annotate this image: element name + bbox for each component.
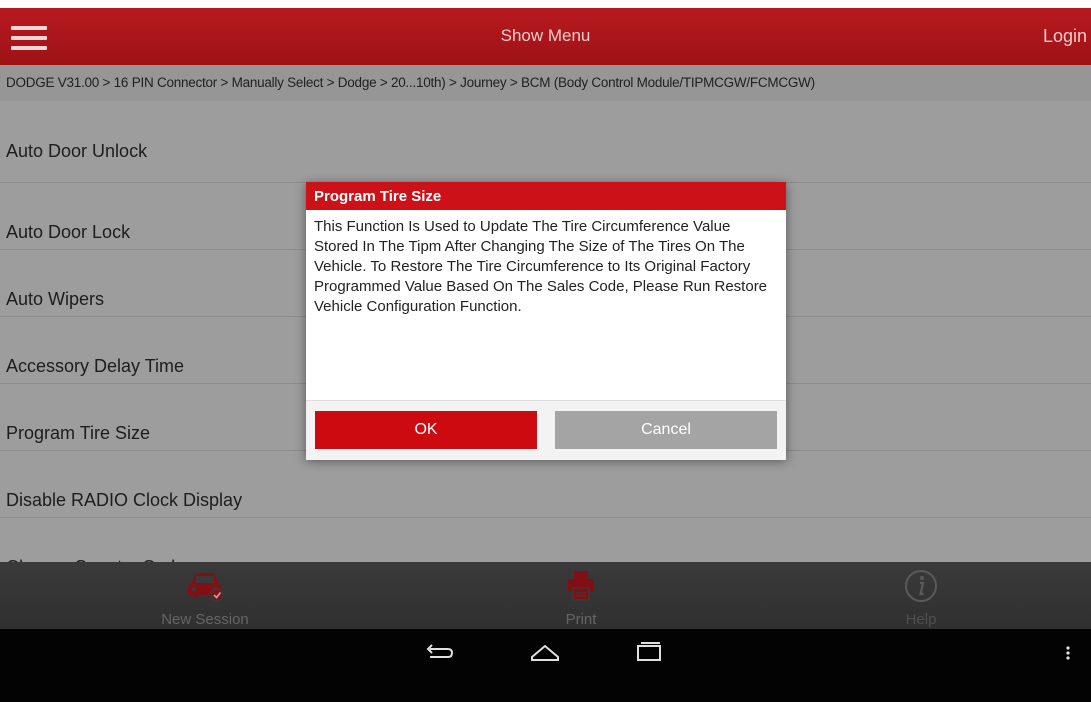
cancel-button[interactable]: Cancel [555, 411, 777, 449]
ok-button[interactable]: OK [315, 411, 537, 449]
login-button[interactable]: Login [1043, 26, 1087, 47]
back-icon[interactable] [422, 639, 456, 667]
top-bar: Show Menu Login [0, 8, 1091, 65]
program-tire-size-dialog: Program Tire Size This Function Is Used … [306, 182, 786, 460]
home-icon[interactable] [528, 639, 562, 667]
android-nav-bar [0, 629, 1091, 702]
top-strip [0, 0, 1091, 8]
overflow-menu-icon[interactable] [1063, 639, 1073, 667]
show-menu-title[interactable]: Show Menu [0, 26, 1091, 46]
recent-apps-icon[interactable] [632, 639, 666, 667]
dialog-title: Program Tire Size [306, 182, 786, 210]
hamburger-menu-icon[interactable] [11, 26, 47, 50]
dialog-footer: OK Cancel [306, 400, 786, 460]
dialog-message: This Function Is Used to Update The Tire… [314, 218, 768, 315]
